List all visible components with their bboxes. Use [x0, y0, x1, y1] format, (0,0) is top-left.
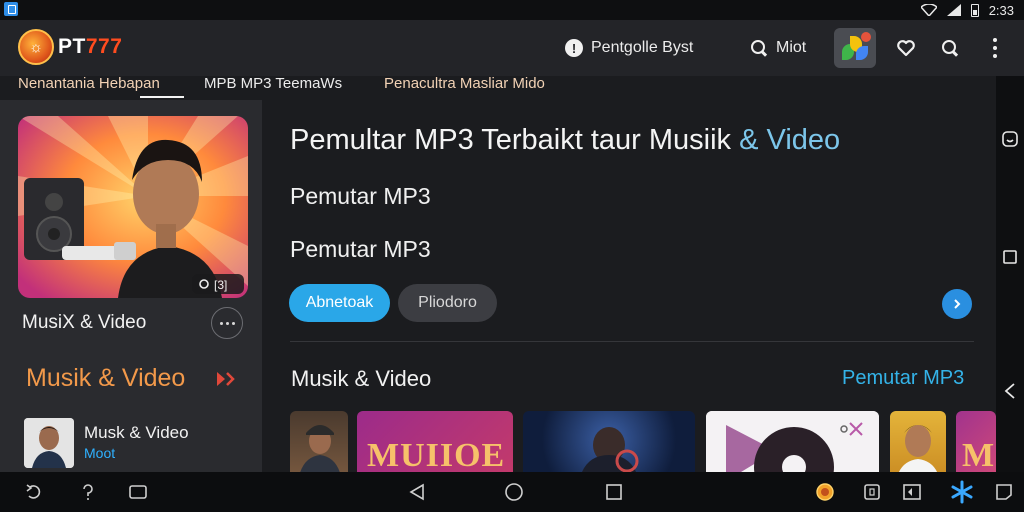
battery-icon — [970, 3, 979, 17]
headline: Pemultar MP3 Terbaikt taur Musiik & Vide… — [290, 124, 840, 157]
wifi-icon — [920, 4, 937, 16]
section-title: Musik & Video — [291, 366, 432, 391]
guide-button[interactable]: ! Pentgolle Byst — [565, 20, 693, 76]
subtitle-1: Pemutar MP3 — [290, 183, 431, 209]
tab-3[interactable]: Penacultra Masliar Mido — [384, 76, 545, 100]
media-thumbnail-1[interactable] — [290, 411, 348, 472]
note-icon[interactable] — [994, 483, 1014, 501]
guide-label: Pentgolle Byst — [591, 39, 694, 56]
media-thumbnail-4[interactable] — [706, 411, 879, 472]
search-label: Miot — [776, 39, 807, 56]
right-side-nav — [996, 76, 1024, 472]
album-more-button[interactable] — [211, 307, 243, 339]
chat-icon[interactable] — [1001, 130, 1019, 148]
media-thumbnail-2[interactable]: MUIIOE — [357, 411, 513, 472]
subtitle-2: Pemutar MP3 — [290, 236, 431, 262]
media-thumbnail-3[interactable] — [523, 411, 695, 472]
search-button[interactable]: Miot — [750, 20, 806, 76]
section-link[interactable]: Pemutar MP3 — [842, 367, 964, 390]
photos-app-button[interactable] — [834, 28, 876, 68]
media-thumbnail-6[interactable]: M — [956, 411, 996, 472]
favorite-heart-icon[interactable] — [896, 38, 916, 58]
help-icon[interactable] — [78, 483, 98, 501]
headline-accent: & Video — [739, 124, 841, 156]
snowflake-app-icon[interactable] — [950, 480, 974, 504]
secondary-button[interactable]: Pliodoro — [398, 284, 497, 322]
main-content: Pemultar MP3 Terbaikt taur Musiik & Vide… — [262, 100, 996, 472]
forward-icon[interactable] — [215, 370, 237, 388]
app-shortcut-icon[interactable] — [815, 483, 835, 501]
nav-recents-icon[interactable] — [604, 483, 624, 501]
app-bar: ☼ PT777 ! Pentgolle Byst Miot — [0, 20, 1024, 76]
app-logo[interactable]: ☼ PT777 — [18, 29, 122, 65]
undo-icon[interactable] — [24, 483, 44, 501]
section-divider — [290, 341, 974, 342]
status-time: 2:33 — [988, 2, 1014, 18]
search-icon-secondary[interactable] — [941, 39, 959, 57]
tab-1[interactable]: Nenantania Hebapan — [18, 76, 160, 100]
thumbnail-2-text: MUIIOE — [367, 437, 506, 472]
active-tab-indicator — [140, 96, 184, 98]
primary-button[interactable]: Abnetoak — [289, 284, 390, 322]
tab-bar: Nenantania Hebapan MPB MP3 TeemaWs Penac… — [0, 76, 1000, 100]
back-chevron-icon[interactable] — [1001, 382, 1019, 400]
logo-text: PT777 — [58, 35, 123, 58]
media-thumbnail-5[interactable] — [890, 411, 946, 472]
recent-apps-icon[interactable] — [1001, 248, 1019, 266]
bottom-nav-bar — [0, 472, 1024, 512]
next-button[interactable] — [942, 289, 972, 319]
search-icon — [750, 39, 768, 57]
album-title: MusiX & Video — [22, 312, 147, 333]
album-artwork: [3] — [18, 116, 248, 298]
nav-back-icon[interactable] — [407, 483, 427, 501]
chevron-right-icon — [954, 299, 961, 309]
window-icon[interactable] — [128, 483, 148, 501]
track-thumbnail[interactable] — [24, 418, 74, 468]
signal-icon — [946, 4, 961, 16]
screenshot-icon[interactable] — [862, 483, 882, 501]
headline-text: Pemultar MP3 Terbaikt taur Musiik — [290, 124, 732, 156]
logo-badge-icon: ☼ — [18, 29, 54, 65]
sidebar-section-title: Musik & Video — [26, 364, 186, 392]
track-title[interactable]: Musk & Video — [84, 423, 189, 443]
nav-home-icon[interactable] — [504, 483, 524, 501]
tab-2[interactable]: MPB MP3 TeemaWs — [204, 76, 342, 100]
split-screen-icon[interactable] — [902, 483, 922, 501]
more-options-icon[interactable] — [988, 38, 1002, 58]
app-notification-icon — [4, 2, 18, 16]
track-subtitle[interactable]: Moot — [84, 445, 115, 461]
left-panel: [3] MusiX & Video Musik & Video Musk & V… — [0, 100, 262, 472]
album-card[interactable]: [3] — [18, 116, 248, 298]
album-badge-count: [3] — [214, 278, 227, 292]
status-bar: 2:33 — [0, 0, 1024, 20]
thumbnail-6-text: M — [962, 437, 996, 472]
info-icon: ! — [565, 39, 583, 57]
